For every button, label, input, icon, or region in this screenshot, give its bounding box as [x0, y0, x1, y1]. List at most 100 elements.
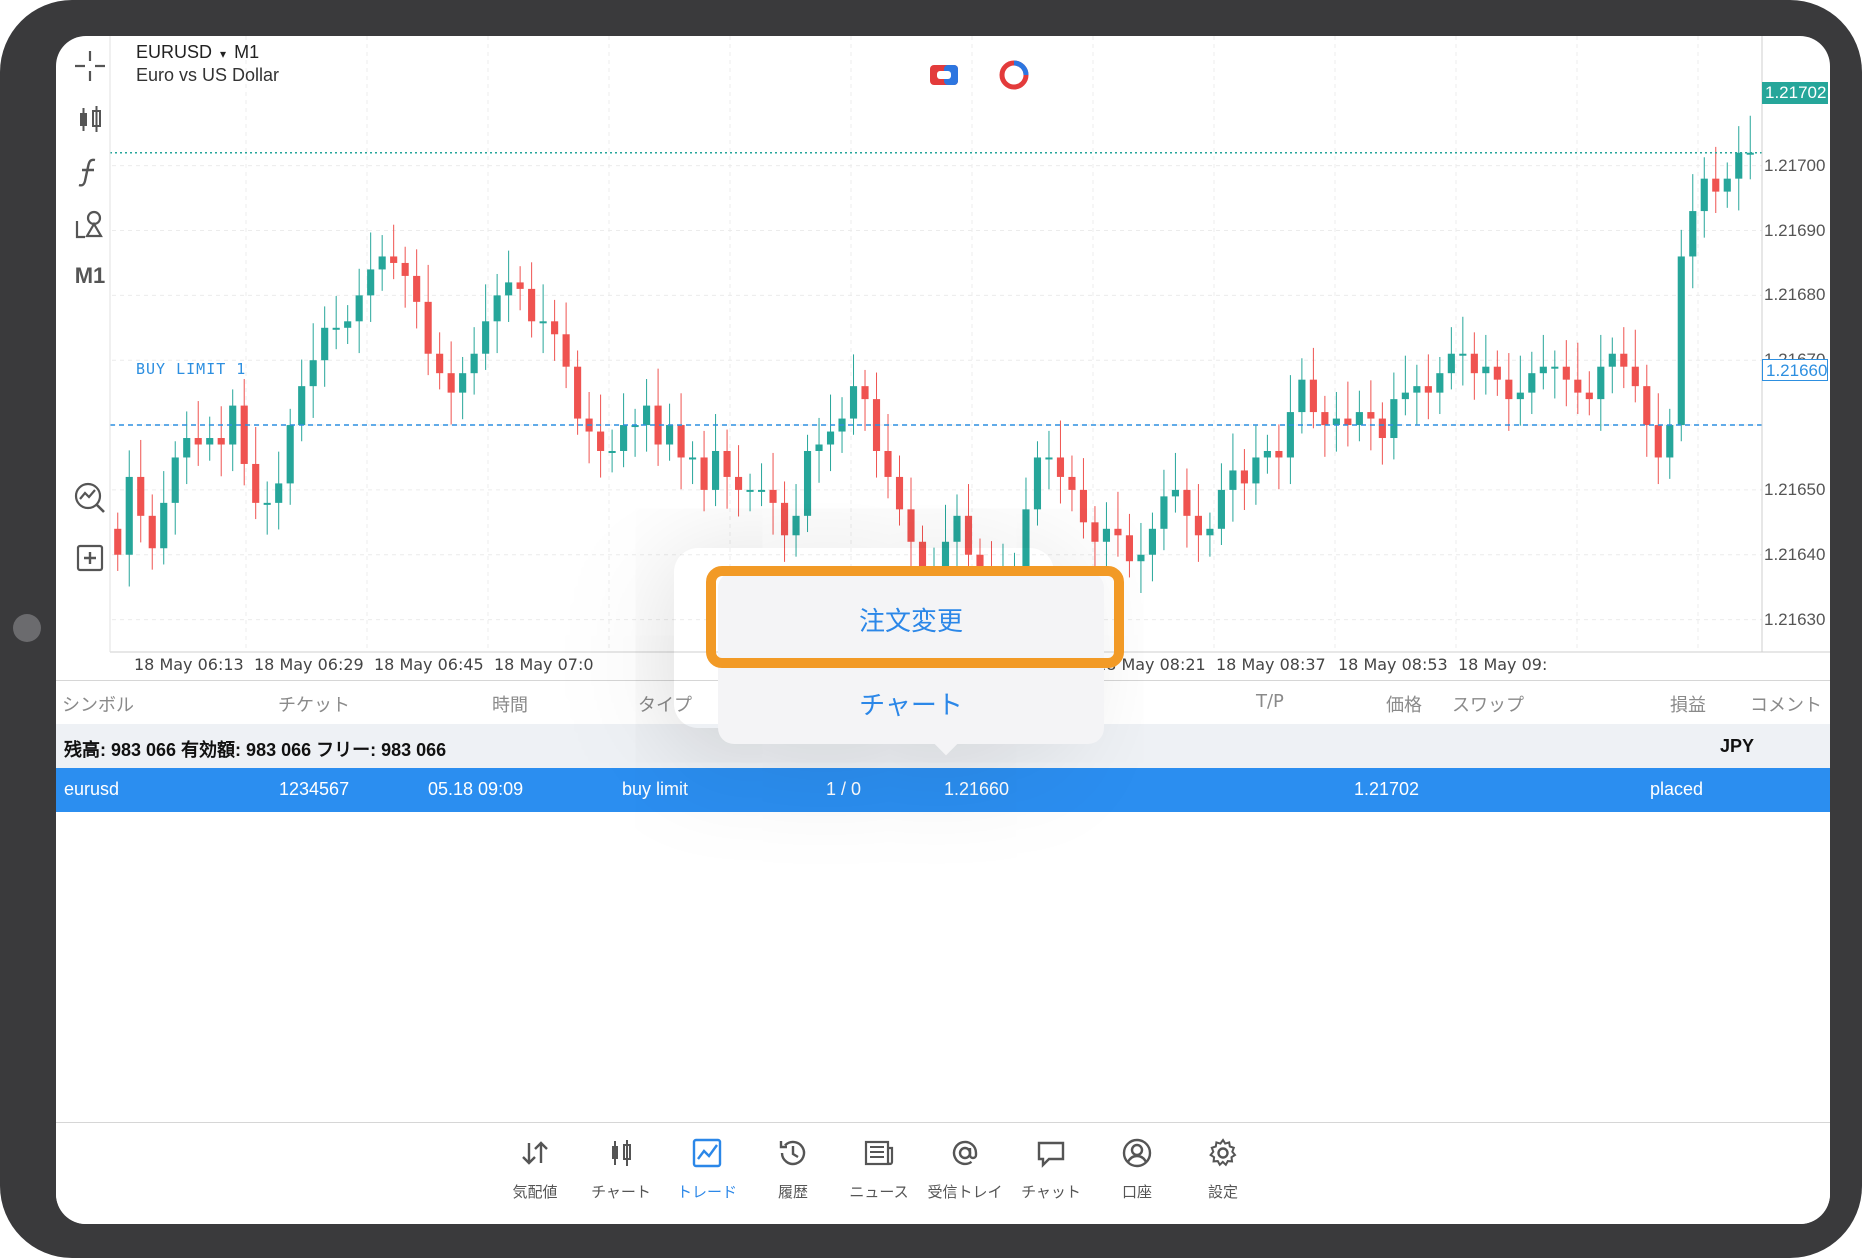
tab-account[interactable]: 口座	[1087, 1137, 1187, 1217]
candle-body	[1539, 366, 1547, 374]
balance-summary: 残高: 983 066 有効額: 983 066 フリー: 983 066	[64, 740, 447, 760]
candle-body	[1344, 418, 1352, 426]
time-axis-label: 18 May 09:	[1458, 655, 1548, 674]
candle-body	[712, 450, 720, 490]
candle-body	[413, 275, 421, 302]
candle-body	[1597, 366, 1605, 400]
tab-history[interactable]: 履歴	[743, 1137, 843, 1217]
tab-trade[interactable]: トレード	[657, 1137, 757, 1217]
candle-body	[1654, 425, 1662, 458]
candle-body	[1056, 457, 1065, 477]
candle-body	[1252, 457, 1260, 484]
candle-body	[206, 438, 214, 445]
candle-body	[286, 425, 294, 484]
tab-settings-label: 設定	[1207, 1183, 1238, 1201]
tab-chat[interactable]: チャット	[1001, 1137, 1101, 1217]
order-symbol: eurusd	[64, 779, 120, 799]
tab-quotes[interactable]: 気配値	[485, 1137, 585, 1217]
bottom-tab-bar: 気配値 チャート トレード 履歴 ニュース 受信トレイ チャット 口座 設定	[56, 1122, 1830, 1224]
candle-body	[401, 262, 409, 276]
candle-body	[505, 282, 513, 296]
candle-body	[643, 405, 651, 426]
tab-mailbox[interactable]: 受信トレイ	[915, 1137, 1015, 1217]
candle-body	[183, 438, 191, 458]
candle-body	[459, 373, 467, 393]
history-icon	[779, 1140, 806, 1166]
indicators-tool[interactable]	[68, 150, 112, 194]
order-open-price: 1.21660	[944, 779, 1010, 799]
candle-body	[1401, 392, 1409, 400]
candle-body	[1436, 373, 1444, 393]
time-axis-label: 18 May 08:37	[1216, 655, 1326, 674]
tab-chart[interactable]: チャート	[571, 1137, 671, 1217]
candle-body	[482, 321, 490, 354]
header-time[interactable]: 時間	[492, 691, 528, 717]
header-tp[interactable]: T/P	[1256, 691, 1284, 712]
objects-tool[interactable]	[68, 202, 112, 246]
crosshair-tool[interactable]	[68, 44, 112, 88]
tab-news[interactable]: ニュース	[829, 1137, 929, 1217]
trade-signal-tool[interactable]	[68, 476, 112, 520]
candle-body	[378, 256, 386, 270]
order-ticket: 1234567	[279, 779, 350, 799]
current-price-tag: 1.21702	[1762, 82, 1828, 104]
candle-body	[757, 489, 766, 492]
candle-body	[160, 502, 168, 549]
candle-body	[1424, 386, 1432, 393]
candle-body	[792, 515, 800, 536]
candle-body	[953, 515, 961, 542]
candle-body	[1229, 470, 1237, 490]
candle-body	[1700, 178, 1708, 212]
candle-body	[436, 353, 444, 374]
price-axis-label: 1.21630	[1764, 609, 1826, 629]
candle-body	[1712, 178, 1720, 192]
chart-menu-item[interactable]: チャート	[718, 664, 1104, 742]
candle-body	[1160, 496, 1168, 529]
chart-symbol-title[interactable]: EURUSD ▾ M1	[136, 42, 259, 63]
signal-status-icon[interactable]	[999, 60, 1029, 90]
modify-order-highlight	[706, 566, 1124, 668]
header-price[interactable]: 価格	[1386, 691, 1422, 717]
account-currency: JPY	[1720, 736, 1755, 756]
candle-body	[780, 502, 789, 536]
candle-body	[539, 321, 547, 324]
candle-body	[1677, 256, 1685, 426]
timeframe-tool[interactable]: M1	[68, 254, 112, 298]
candle-body	[137, 476, 145, 516]
header-symbol[interactable]: シンボル	[62, 691, 134, 717]
order-row-selected[interactable]: eurusd 1234567 05.18 09:09 buy limit 1 /…	[56, 768, 1830, 812]
candle-body	[1735, 152, 1743, 179]
order-volume: 1 / 0	[826, 779, 862, 799]
price-axis-label: 1.21680	[1764, 285, 1826, 305]
candle-body	[666, 425, 674, 445]
candle-body	[1355, 412, 1363, 426]
tab-settings[interactable]: 設定	[1173, 1137, 1273, 1217]
symbol-name: EURUSD	[136, 42, 213, 62]
crosshair-icon	[75, 51, 105, 81]
candle-body	[1183, 489, 1191, 516]
header-swap[interactable]: スワップ	[1452, 691, 1524, 717]
time-axis-label: 18 May 08:53	[1338, 655, 1448, 674]
order-price-tag: 1.21660	[1762, 359, 1828, 381]
candle-body	[217, 438, 225, 445]
chart-type-tool[interactable]	[68, 98, 112, 142]
candle-body	[355, 295, 363, 322]
chart-search-icon	[74, 482, 105, 513]
candle-body	[769, 489, 777, 503]
one-click-trading-icon[interactable]	[929, 60, 959, 90]
price-axis-label: 1.21690	[1764, 220, 1826, 240]
header-profit[interactable]: 損益	[1670, 691, 1706, 717]
header-comment[interactable]: コメント	[1750, 691, 1822, 717]
candle-body	[309, 360, 317, 387]
header-ticket[interactable]: チケット	[278, 691, 350, 717]
candle-body	[574, 366, 582, 419]
candle-body	[723, 450, 731, 477]
buy-limit-label[interactable]: BUY LIMIT 1	[136, 360, 246, 378]
settings-icon	[1209, 1138, 1237, 1167]
chart-candles-icon	[612, 1140, 631, 1166]
candle-body	[1459, 353, 1467, 356]
candle-body	[1666, 425, 1674, 458]
candle-body	[861, 386, 869, 400]
device-camera	[13, 614, 41, 642]
new-order-tool[interactable]	[68, 536, 112, 580]
